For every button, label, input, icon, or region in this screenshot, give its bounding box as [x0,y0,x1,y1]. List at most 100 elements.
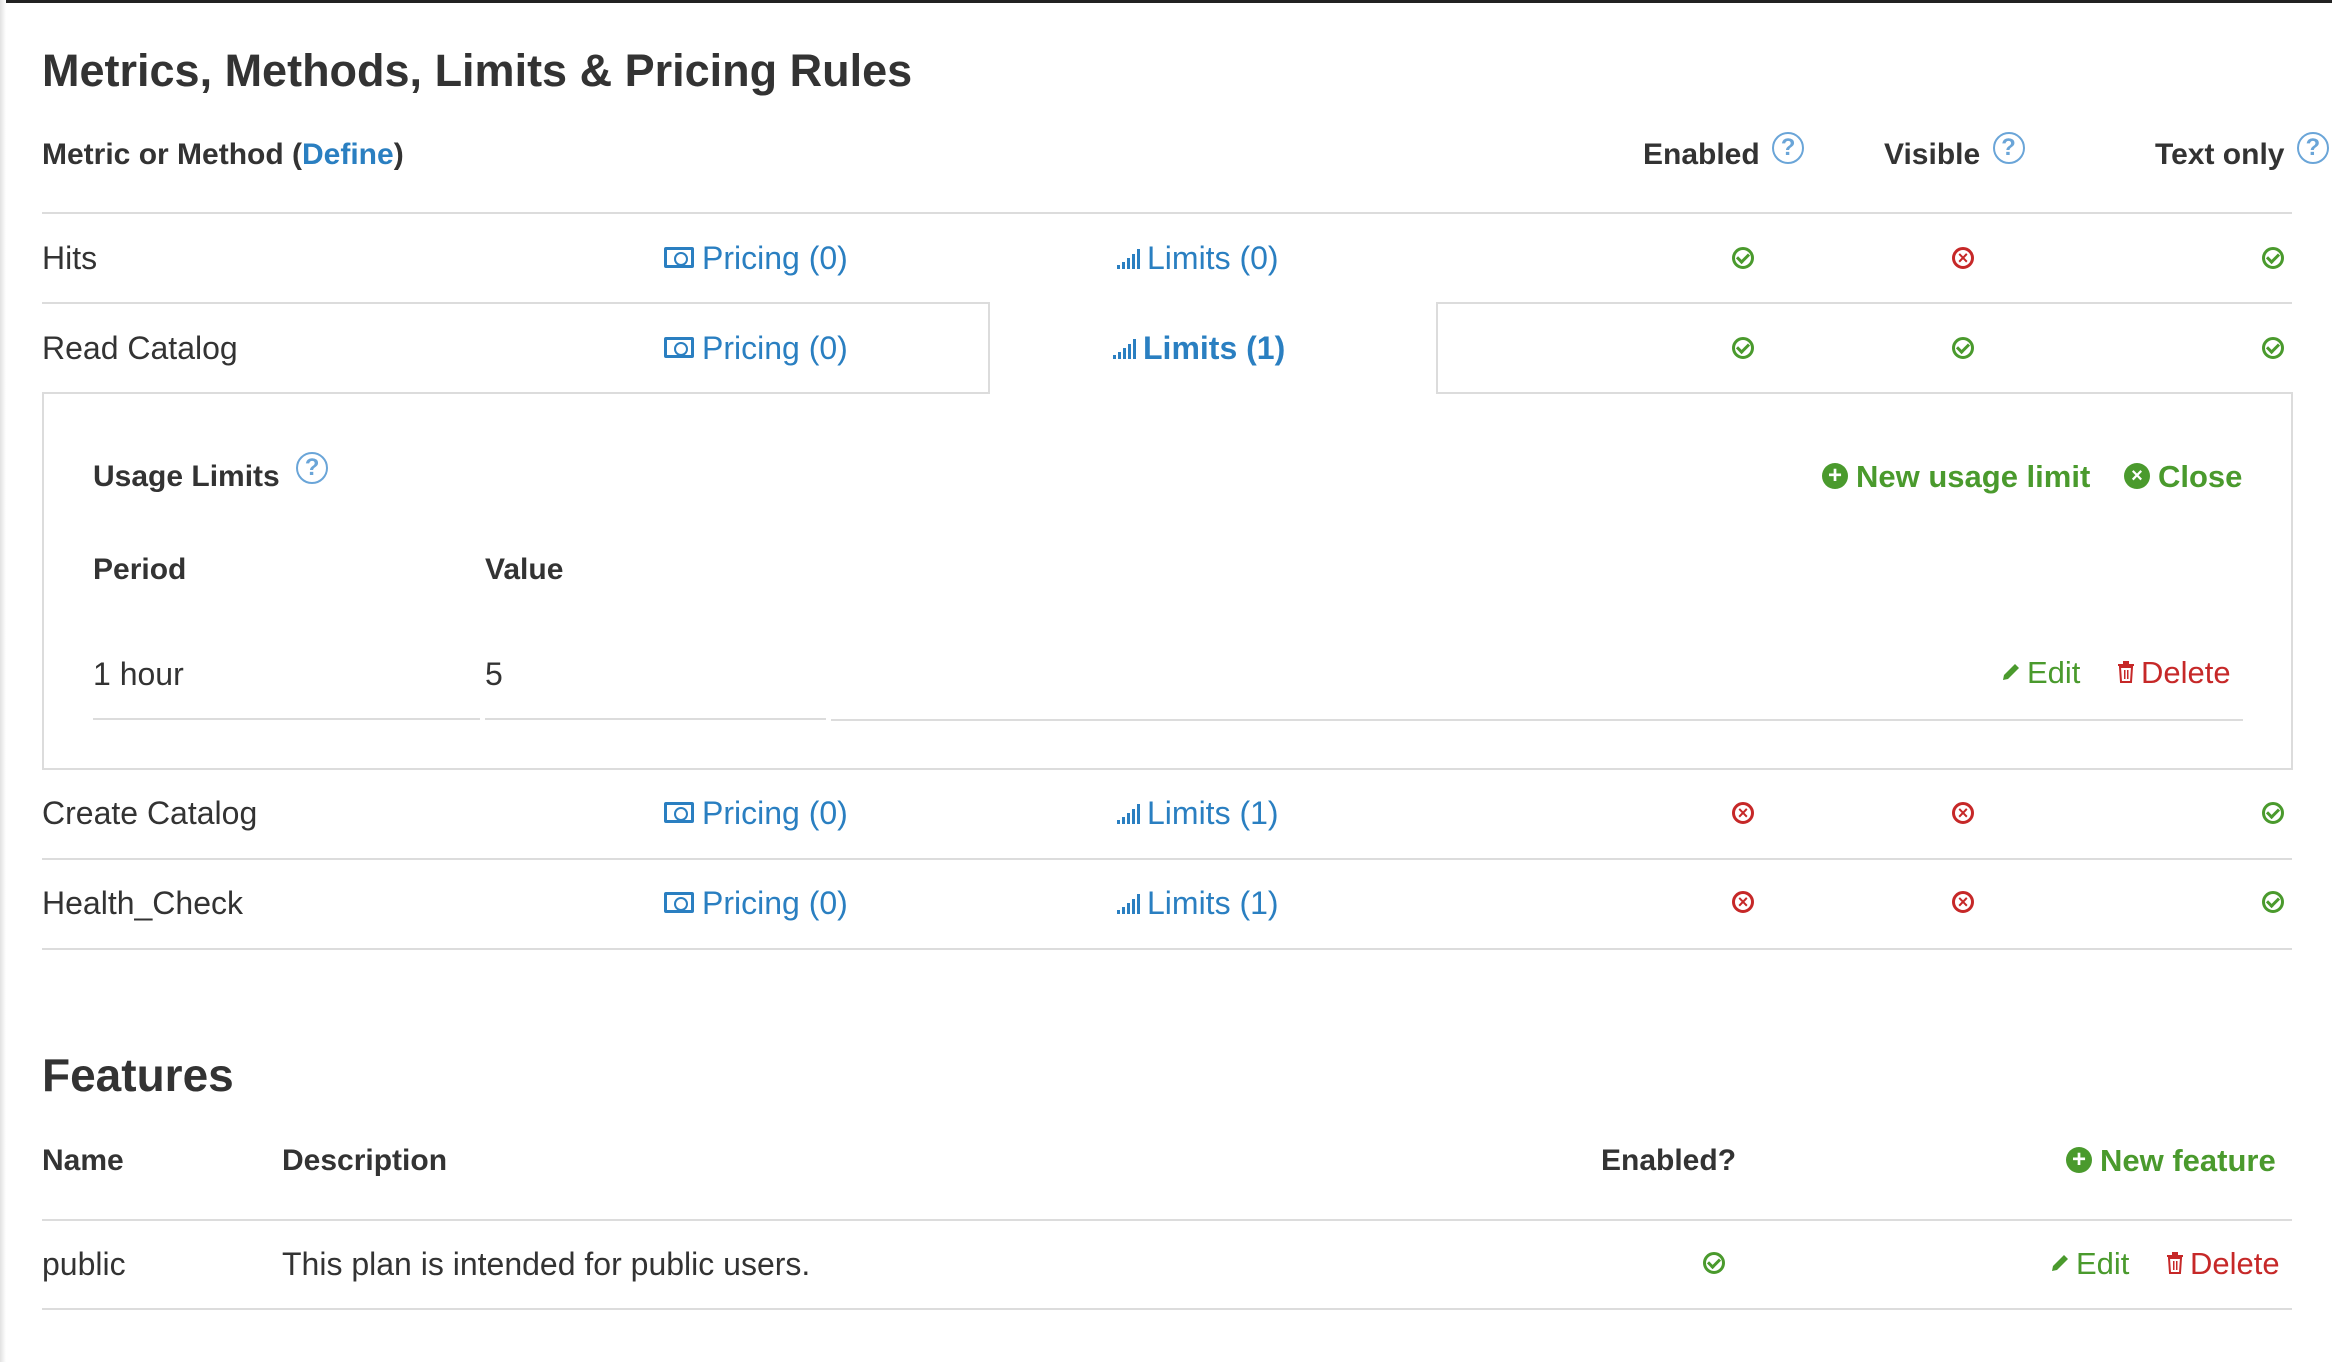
signal-bars-icon [1117,247,1143,269]
pricing-link-label: Pricing (0) [702,795,848,831]
new-feature-button[interactable]: + New feature [2066,1145,2276,1176]
close-panel-button[interactable]: × Close [2124,461,2242,492]
top-border [0,0,2332,3]
limits-link[interactable]: Limits (0) [1117,242,1279,274]
delete-limit-label: Delete [2141,655,2231,690]
signal-bars-icon [1117,802,1143,824]
header-divider [42,212,2292,214]
feature-name: public [42,1246,126,1282]
close-label: Close [2158,459,2243,494]
enabled-check-icon [1732,247,1754,269]
limits-link-label: Limits (1) [1147,795,1279,831]
define-link[interactable]: Define [302,138,394,171]
metric-name: Hits [42,240,98,276]
limits-link-label: Limits (1) [1147,885,1279,921]
money-icon [664,247,694,269]
close-circle-icon: × [2124,462,2150,489]
money-icon [664,892,694,914]
features-header-divider [42,1219,2292,1221]
delete-feature-label: Delete [2190,1246,2280,1281]
edit-limit-button[interactable]: Edit [2001,657,2080,688]
metric-name: Read Catalog [42,330,238,366]
signal-bars-icon [1117,892,1143,914]
features-title: Features [42,1049,234,1101]
row-divider [42,302,989,304]
pricing-link-label: Pricing (0) [702,240,848,276]
visible-column-header: Visible ? [1884,132,2025,171]
metric-column-header: Metric or Method (Define) [42,140,404,170]
value-column-header: Value [485,553,564,586]
pricing-link[interactable]: Pricing (0) [664,242,848,274]
visible-help-icon[interactable]: ? [1992,132,2025,164]
limit-period: 1 hour [93,656,184,692]
metric-header-suffix: ) [393,138,404,171]
enabled-column-header: Enabled ? [1643,132,1805,171]
visible-check-icon [1952,337,1974,359]
enabled-x-icon: × [1732,891,1754,913]
edit-feature-button[interactable]: Edit [2050,1248,2129,1279]
tab-border-left [988,302,990,394]
metric-name: Create Catalog [42,795,258,831]
plus-circle-icon: + [2066,1146,2092,1173]
money-icon [664,337,694,359]
limit-value: 5 [485,656,503,692]
period-column-header: Period [93,553,187,586]
row-divider [42,858,2292,860]
pencil-icon [2052,1254,2068,1271]
pricing-link[interactable]: Pricing (0) [664,887,848,919]
delete-limit-button[interactable]: Delete [2117,657,2231,688]
metric-name: Health_Check [42,885,243,921]
edit-limit-label: Edit [2027,655,2081,690]
metric-header-prefix: Metric or Method ( [42,138,302,171]
limit-row-divider [93,718,480,720]
signal-bars-icon [1113,337,1139,359]
pricing-link-label: Pricing (0) [702,330,848,366]
feature-enabled-check-icon [1703,1252,1725,1274]
visible-x-icon: × [1952,891,1974,913]
text-only-help-icon[interactable]: ? [2296,132,2329,164]
usage-limits-label: Usage Limits [93,460,280,493]
feature-description-column-header: Description [282,1144,448,1177]
tab-border-right [1436,302,1438,394]
visible-x-icon: × [1952,247,1974,269]
pricing-link[interactable]: Pricing (0) [664,797,848,829]
text-only-check-icon [2262,337,2284,359]
trash-icon [2118,660,2134,683]
usage-limits-panel [42,392,2293,770]
new-usage-limit-label: New usage limit [1856,459,2091,494]
trash-icon [2167,1251,2183,1274]
enabled-help-icon[interactable]: ? [1772,132,1805,164]
limits-link[interactable]: Limits (1) [1117,797,1279,829]
text-only-header-label: Text only [2155,138,2285,171]
usage-limits-title: Usage Limits ? [93,452,329,493]
enabled-x-icon: × [1732,802,1754,824]
feature-name-column-header: Name [42,1144,124,1177]
new-usage-limit-button[interactable]: + New usage limit [1822,461,2090,492]
edit-feature-label: Edit [2076,1246,2130,1281]
limit-row-divider [831,719,2243,721]
visible-x-icon: × [1952,802,1974,824]
limits-link[interactable]: Limits (1) [1117,887,1279,919]
pricing-link-label: Pricing (0) [702,885,848,921]
section-title: Metrics, Methods, Limits & Pricing Rules [42,45,913,96]
left-shadow [0,0,6,1362]
pencil-icon [2003,663,2019,680]
visible-header-label: Visible [1884,138,1981,171]
limits-link-label: Limits (1) [1143,330,1286,366]
usage-limits-help-icon[interactable]: ? [296,452,329,484]
feature-enabled-column-header: Enabled? [1601,1144,1737,1177]
limits-link-active[interactable]: Limits (1) [1113,332,1285,364]
money-icon [664,802,694,824]
text-only-check-icon [2262,891,2284,913]
text-only-column-header: Text only ? [2155,132,2329,171]
features-row-divider [42,1308,2292,1310]
pricing-link[interactable]: Pricing (0) [664,332,848,364]
limits-link-label: Limits (0) [1147,240,1279,276]
row-divider [42,948,2292,950]
plus-circle-icon: + [1822,462,1848,489]
new-feature-label: New feature [2100,1143,2276,1178]
enabled-header-label: Enabled [1643,138,1760,171]
delete-feature-button[interactable]: Delete [2166,1248,2280,1279]
row-divider [1437,302,2292,304]
text-only-check-icon [2262,802,2284,824]
